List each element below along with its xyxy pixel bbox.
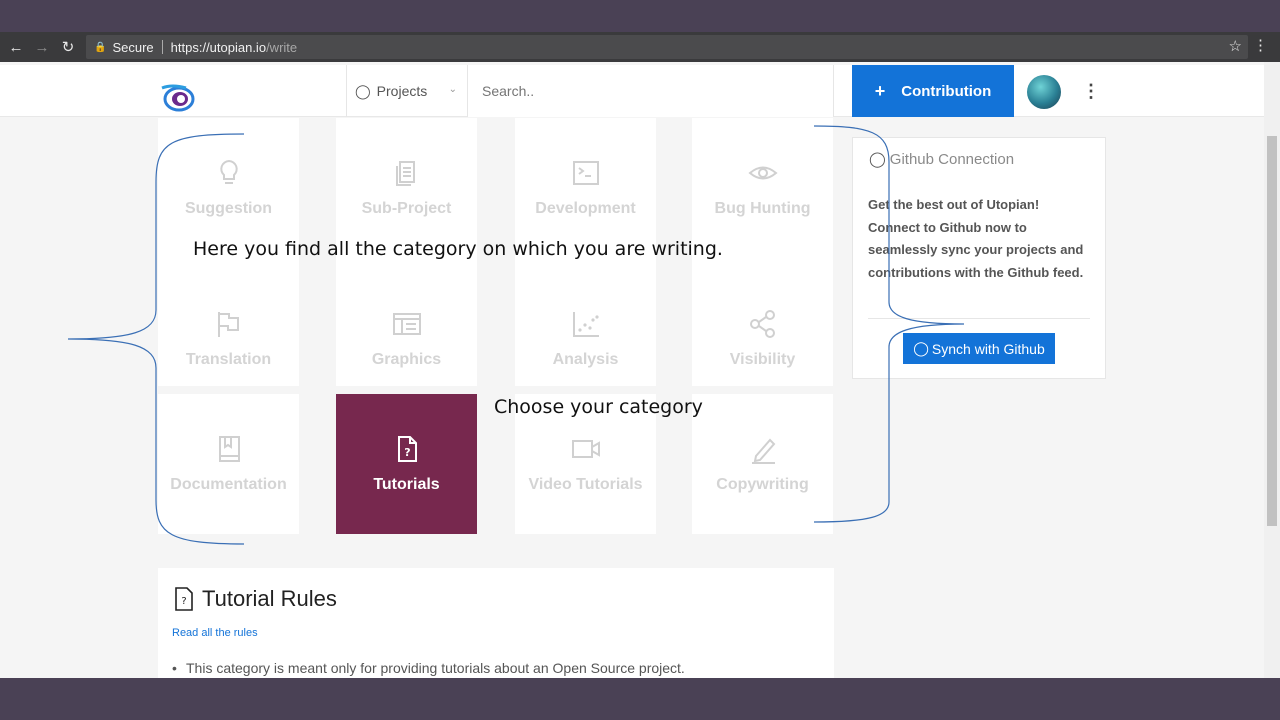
category-bug-hunting[interactable]: Bug Hunting <box>692 118 833 258</box>
slide-frame-bottom <box>0 678 1280 720</box>
contribution-button[interactable]: + Contribution <box>852 65 1014 117</box>
projects-label: Projects <box>376 83 428 99</box>
divider <box>868 318 1090 319</box>
github-icon: ◯ <box>869 151 886 168</box>
bookmark-star-icon[interactable]: ☆ <box>1229 37 1242 55</box>
annotation-top: Here you find all the category on which … <box>193 238 723 260</box>
rules-bullet: This category is meant only for providin… <box>172 660 685 676</box>
github-panel-text: Get the best out of Utopian! Connect to … <box>868 197 1084 280</box>
address-bar[interactable]: 🔒 Secure https://utopian.io/write <box>86 35 1248 59</box>
category-label: Bug Hunting <box>714 200 811 217</box>
url-path: /write <box>266 39 298 55</box>
category-label: Suggestion <box>184 200 273 217</box>
tutorial-rules-panel: ? Tutorial Rules Read all the rules This… <box>158 568 834 678</box>
eye-icon <box>747 166 778 180</box>
video-camera-icon <box>571 440 600 458</box>
security-label: Secure <box>112 39 154 55</box>
category-sub-project[interactable]: Sub-Project <box>336 118 477 258</box>
category-label: Graphics <box>371 351 442 368</box>
search-input[interactable] <box>468 65 834 117</box>
lightbulb-icon <box>219 159 238 184</box>
svg-text:?: ? <box>404 446 410 459</box>
question-document-icon: ? <box>397 436 417 462</box>
github-icon: ◯ <box>355 82 371 99</box>
plus-icon: + <box>874 80 886 101</box>
page-content: ◯ Projects ⌄ + Contribution ⋮ Suggestion… <box>0 62 1280 678</box>
github-panel-title: ◯ Github Connection <box>869 150 1015 169</box>
avatar[interactable] <box>1027 75 1061 109</box>
category-analysis[interactable]: Analysis <box>515 246 656 386</box>
lock-icon: 🔒 <box>94 41 107 53</box>
category-label: Sub-Project <box>361 200 452 217</box>
github-icon: ◯ <box>913 340 929 356</box>
projects-dropdown[interactable]: ◯ Projects ⌄ <box>346 65 468 117</box>
scatter-chart-icon <box>572 312 599 337</box>
url-host: https://utopian.io <box>170 39 267 55</box>
rules-title-text: Tutorial Rules <box>202 586 337 611</box>
category-copywriting[interactable]: Copywriting <box>692 394 833 534</box>
synch-button-label: Synch with Github <box>931 340 1045 357</box>
forward-arrow-icon[interactable]: → <box>29 34 55 60</box>
app-header: ◯ Projects ⌄ + Contribution ⋮ <box>0 65 1264 117</box>
utopian-logo[interactable] <box>158 82 196 112</box>
more-menu-icon[interactable]: ⋮ <box>1082 81 1100 102</box>
reload-icon[interactable]: ↻ <box>55 34 81 60</box>
category-label: Translation <box>185 351 272 368</box>
scrollbar-thumb[interactable] <box>1267 136 1277 526</box>
browser-toolbar: ← → ↻ 🔒 Secure https://utopian.io/write <box>0 32 1280 62</box>
synch-with-github-button[interactable]: ◯ Synch with Github <box>903 333 1055 364</box>
category-documentation[interactable]: Documentation <box>158 394 299 534</box>
address-separator <box>161 40 163 54</box>
read-rules-link[interactable]: Read all the rules <box>172 627 258 639</box>
rules-title: ? Tutorial Rules <box>174 586 337 612</box>
chevron-down-icon: ⌄ <box>448 84 457 95</box>
category-label: Visibility <box>729 351 796 368</box>
flag-icon <box>217 312 239 337</box>
pencil-icon <box>751 438 775 464</box>
contribution-label: Contribution <box>901 82 992 100</box>
category-translation[interactable]: Translation <box>158 246 299 386</box>
github-connection-panel: ◯ Github Connection Get the best out of … <box>852 137 1106 379</box>
category-label: Video Tutorials <box>528 476 643 493</box>
annotation-middle: Choose your category <box>494 396 703 418</box>
category-label: Tutorials <box>373 476 440 493</box>
category-development[interactable]: Development <box>515 118 656 258</box>
book-icon <box>218 436 240 462</box>
terminal-icon <box>572 161 599 185</box>
document-stack-icon <box>395 161 415 186</box>
category-graphics[interactable]: Graphics <box>336 246 477 386</box>
share-icon <box>749 310 775 338</box>
category-label: Copywriting <box>716 476 809 493</box>
category-tutorials[interactable]: ? Tutorials <box>336 394 477 534</box>
github-panel-title-text: Github Connection <box>889 150 1015 168</box>
category-label: Development <box>535 200 636 217</box>
graphics-icon <box>392 313 421 335</box>
category-suggestion[interactable]: Suggestion <box>158 118 299 258</box>
back-arrow-icon[interactable]: ← <box>3 34 29 60</box>
category-visibility[interactable]: Visibility <box>692 246 833 386</box>
scrollbar[interactable] <box>1264 62 1280 678</box>
category-label: Documentation <box>170 476 287 493</box>
browser-menu-icon[interactable]: ⋮ <box>1253 36 1268 54</box>
category-label: Analysis <box>552 351 619 368</box>
svg-text:?: ? <box>181 596 186 607</box>
question-document-icon: ? <box>175 587 193 611</box>
slide-frame-top <box>0 0 1280 32</box>
